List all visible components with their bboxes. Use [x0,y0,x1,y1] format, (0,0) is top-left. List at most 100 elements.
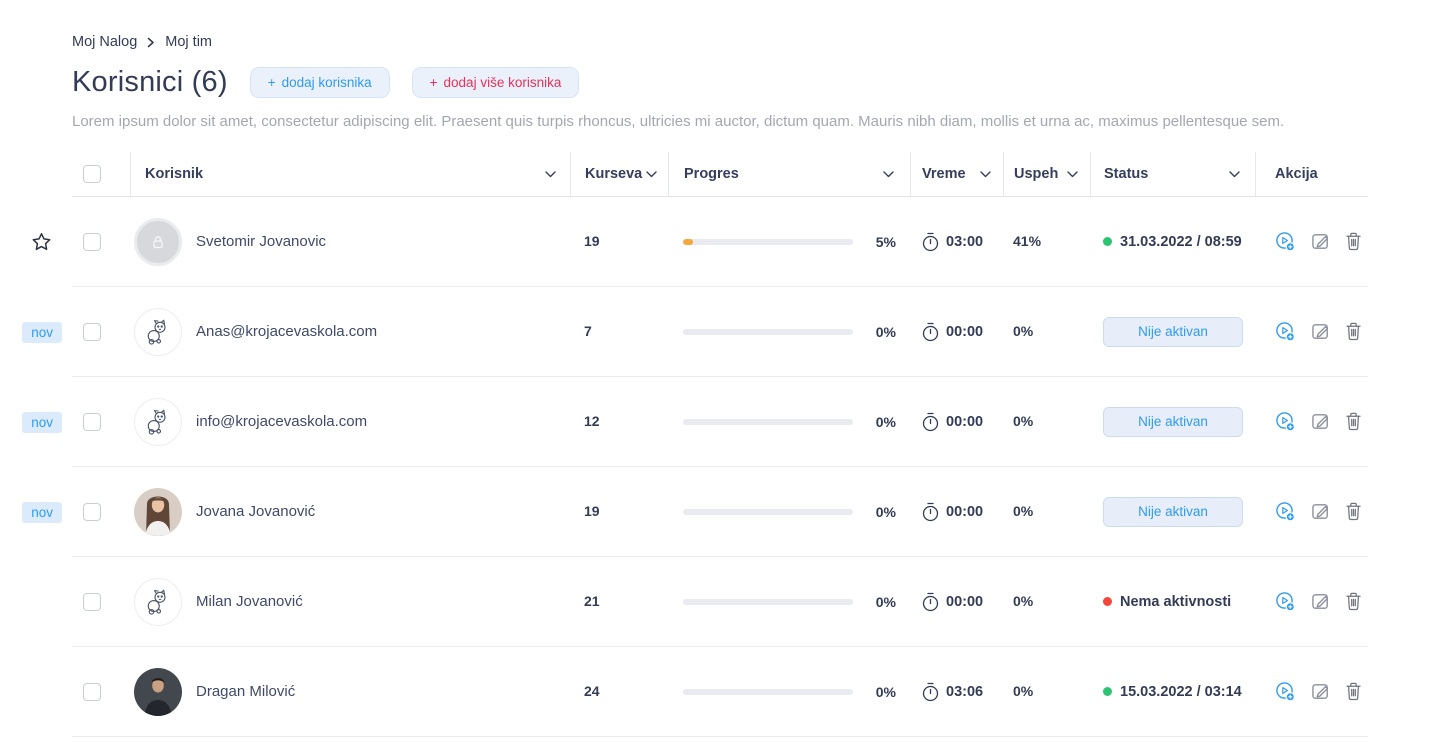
success-percent: 41% [1013,233,1041,249]
edit-icon[interactable] [1310,411,1331,432]
status-dot [1103,237,1112,246]
avatar [134,218,182,266]
avatar [134,578,182,626]
favorite-star-icon[interactable] [31,232,52,252]
column-header-kurseva[interactable]: Kurseva [570,152,668,196]
status-date: 31.03.2022 / 08:59 [1103,234,1242,250]
trash-icon[interactable] [1344,501,1363,522]
status-pill[interactable]: Nije aktivan [1103,497,1243,527]
status-pill[interactable]: Nije aktivan [1103,407,1243,437]
stopwatch-icon [921,322,940,342]
column-header-progres[interactable]: Progres [668,152,910,196]
user-photo [134,488,182,536]
courses-count: 24 [584,683,600,699]
user-name[interactable]: Dragan Milović [196,683,295,700]
progress-percent: 5% [853,234,896,250]
chevron-down-icon [1067,171,1078,178]
column-header-uspeh[interactable]: Uspeh [1003,152,1090,196]
progress-bar [683,329,853,335]
status-dot [1103,687,1112,696]
table-header: Korisnik Kurseva Progres Vreme Uspeh [72,152,1440,197]
new-badge: nov [22,502,62,523]
trash-icon[interactable] [1344,321,1363,342]
status-date: Nema aktivnosti [1103,594,1231,610]
status-dot [1103,597,1112,606]
add-multiple-users-button[interactable]: + dodaj više korisnika [412,67,580,98]
play-circle-badge-icon[interactable] [1274,410,1297,433]
courses-count: 19 [584,233,600,249]
table-body: nov [72,197,1440,737]
play-circle-badge-icon[interactable] [1274,230,1297,253]
row-checkbox[interactable] [83,413,101,431]
time-value: 03:06 [946,684,983,700]
progress-percent: 0% [853,684,896,700]
avatar [134,668,182,716]
courses-count: 12 [584,413,600,429]
avatar [134,308,182,356]
progress-bar [683,599,853,605]
user-photo [134,668,182,716]
progress-fill [683,239,693,245]
cat-robot-illustration [135,309,181,355]
table-row: nov [72,557,1440,647]
user-name[interactable]: info@krojacevaskola.com [196,413,367,430]
status-date: 15.03.2022 / 03:14 [1103,684,1242,700]
edit-icon[interactable] [1310,501,1331,522]
row-checkbox[interactable] [83,503,101,521]
user-name[interactable]: Svetomir Jovanovic [196,233,326,250]
edit-icon[interactable] [1310,231,1331,252]
plus-icon: + [268,75,276,90]
column-header-korisnik[interactable]: Korisnik [130,152,570,196]
table-row: nov [72,287,1440,377]
breadcrumb-item-moj-tim[interactable]: Moj tim [165,34,212,50]
trash-icon[interactable] [1344,681,1363,702]
edit-icon[interactable] [1310,591,1331,612]
chevron-right-icon [147,37,155,48]
status-label: 15.03.2022 / 03:14 [1120,684,1242,700]
status-pill[interactable]: Nije aktivan [1103,317,1243,347]
new-badge: nov [22,412,62,433]
select-all-checkbox[interactable] [83,165,101,183]
progress-bar [683,419,853,425]
user-name[interactable]: Anas@krojacevaskola.com [196,323,377,340]
play-circle-badge-icon[interactable] [1274,590,1297,613]
avatar [134,398,182,446]
column-header-status[interactable]: Status [1090,152,1255,196]
trash-icon[interactable] [1344,231,1363,252]
edit-icon[interactable] [1310,681,1331,702]
title-row: Korisnici (6) + dodaj korisnika + dodaj … [72,66,1440,99]
play-circle-badge-icon[interactable] [1274,680,1297,703]
cat-robot-illustration [135,399,181,445]
chevron-down-icon [646,171,657,178]
page-description: Lorem ipsum dolor sit amet, consectetur … [72,113,1440,130]
user-name[interactable]: Milan Jovanović [196,593,303,610]
breadcrumb-item-moj-nalog[interactable]: Moj Nalog [72,34,137,50]
column-header-vreme[interactable]: Vreme [910,152,1003,196]
row-checkbox[interactable] [83,683,101,701]
row-checkbox[interactable] [83,233,101,251]
users-table: Korisnik Kurseva Progres Vreme Uspeh [72,152,1440,737]
play-circle-badge-icon[interactable] [1274,320,1297,343]
stopwatch-icon [921,412,940,432]
add-user-button[interactable]: + dodaj korisnika [250,67,390,98]
play-circle-badge-icon[interactable] [1274,500,1297,523]
time-value: 00:00 [946,324,983,340]
user-name[interactable]: Jovana Jovanović [196,503,315,520]
time-value: 00:00 [946,414,983,430]
success-percent: 0% [1013,683,1033,699]
progress-bar [683,509,853,515]
courses-count: 21 [584,593,600,609]
plus-icon: + [430,75,438,90]
users-page: Moj Nalog Moj tim Korisnici (6) + dodaj … [0,0,1440,737]
row-checkbox[interactable] [83,593,101,611]
page-title: Korisnici (6) [72,66,228,99]
trash-icon[interactable] [1344,591,1363,612]
progress-bar [683,239,853,245]
edit-icon[interactable] [1310,321,1331,342]
progress-percent: 0% [853,324,896,340]
table-row: nov [72,647,1440,737]
trash-icon[interactable] [1344,411,1363,432]
courses-count: 19 [584,503,600,519]
row-checkbox[interactable] [83,323,101,341]
success-percent: 0% [1013,323,1033,339]
